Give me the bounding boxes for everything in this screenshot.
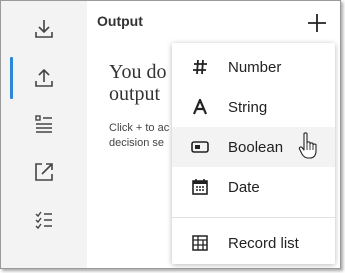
open-external-icon	[35, 163, 53, 181]
menu-item-label: Boolean	[228, 138, 284, 156]
menu-item-label: String	[228, 98, 268, 116]
menu-item-record-list[interactable]: Record list	[172, 223, 335, 263]
rail-item-details[interactable]	[1, 99, 87, 149]
hand-pointer-cursor-icon	[298, 132, 317, 159]
add-output-button[interactable]	[305, 11, 329, 35]
panel-title: Output	[97, 13, 143, 29]
rail-item-upload[interactable]	[1, 53, 87, 103]
plus-icon	[308, 14, 326, 32]
menu-item-date[interactable]: Date	[172, 167, 335, 207]
calendar-icon	[190, 177, 210, 197]
menu-item-label: Number	[228, 58, 282, 76]
list-detail-icon	[35, 115, 52, 133]
menu-item-label: Record list	[228, 234, 299, 252]
menu-item-number[interactable]: Number	[172, 47, 335, 87]
download-icon	[35, 20, 53, 38]
letter-a-icon	[190, 97, 210, 117]
upload-icon	[35, 68, 53, 87]
rail-item-download[interactable]	[1, 4, 87, 54]
menu-item-label: Date	[228, 178, 260, 196]
output-panel-window: Output You do output Click + to ac decis…	[0, 0, 341, 269]
menu-item-string[interactable]: String	[172, 87, 335, 127]
hash-icon	[190, 57, 210, 77]
rail-item-open-external[interactable]	[1, 147, 87, 197]
checklist-icon	[35, 211, 52, 230]
menu-divider	[172, 217, 335, 218]
left-rail	[1, 1, 87, 268]
table-icon	[190, 233, 210, 253]
toggle-icon	[190, 137, 210, 157]
rail-item-checklist[interactable]	[1, 195, 87, 245]
